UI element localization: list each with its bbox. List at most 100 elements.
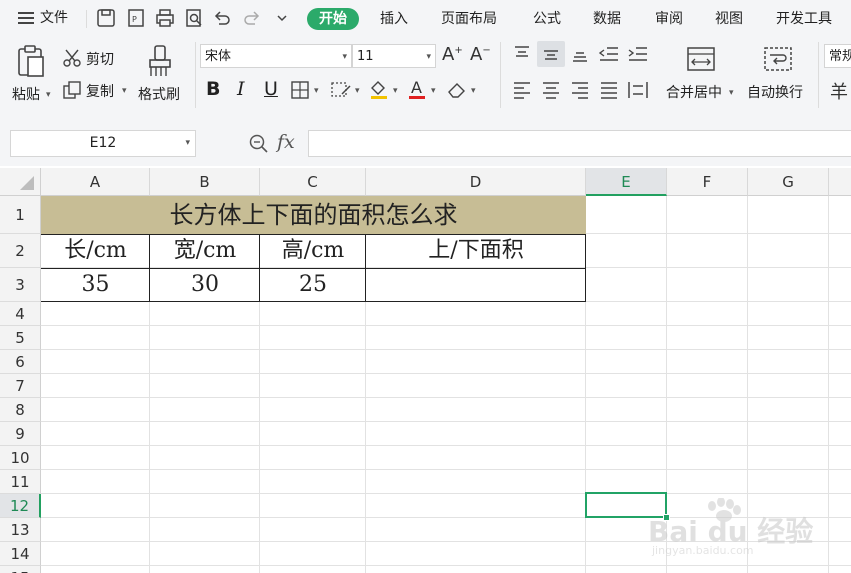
cut-button[interactable]: 剪切	[62, 46, 122, 70]
tab-data[interactable]: 数据	[593, 8, 621, 30]
print-icon[interactable]	[155, 8, 175, 28]
wrap-text-button[interactable]: 自动换行	[745, 42, 811, 108]
align-top-icon[interactable]	[512, 44, 532, 64]
paintbrush-icon	[149, 45, 171, 76]
tab-page-layout[interactable]: 页面布局	[441, 8, 497, 30]
decrease-indent-icon[interactable]	[598, 44, 620, 64]
row-header-9[interactable]: 9	[0, 422, 41, 446]
bold-button[interactable]: B	[206, 78, 220, 100]
undo-icon[interactable]	[212, 8, 232, 28]
paste-button[interactable]: 粘贴 ▾	[8, 40, 52, 110]
column-header-f[interactable]: F	[667, 168, 748, 196]
tab-review[interactable]: 审阅	[655, 8, 683, 30]
row-header-6[interactable]: 6	[0, 350, 41, 374]
header-height[interactable]: 高/cm	[260, 234, 366, 268]
cut-label: 剪切	[86, 52, 114, 68]
insert-function-button[interactable]: fx	[277, 131, 295, 153]
row-header-8[interactable]: 8	[0, 398, 41, 422]
decrease-font-button[interactable]: A−	[470, 44, 491, 65]
increase-font-button[interactable]: A+	[442, 44, 463, 65]
redo-icon[interactable]	[242, 8, 262, 28]
font-name-value: 宋体	[205, 49, 232, 64]
number-format-select[interactable]: 常规	[824, 44, 851, 68]
font-color-icon[interactable]: A	[406, 78, 428, 100]
currency-button[interactable]: 羊	[830, 78, 848, 104]
row-header-2[interactable]: 2	[0, 234, 41, 268]
tab-insert[interactable]: 插入	[380, 8, 408, 30]
tab-home[interactable]: 开始	[307, 8, 359, 30]
svg-text:A: A	[411, 78, 422, 97]
copy-button[interactable]: 复制 ▾	[62, 78, 132, 102]
tab-view[interactable]: 视图	[715, 8, 743, 30]
italic-button[interactable]: I	[237, 78, 245, 100]
tab-developer[interactable]: 开发工具	[776, 8, 832, 30]
header-width[interactable]: 宽/cm	[150, 234, 260, 268]
save-icon[interactable]	[96, 8, 116, 28]
column-header-a[interactable]: A	[41, 168, 150, 196]
row-header-5[interactable]: 5	[0, 326, 41, 350]
worksheet-grid[interactable]: A B C D E F G 1 2 3 4 5 6 7 8 9 10 11 12…	[0, 168, 851, 573]
distributed-align-icon[interactable]	[627, 80, 649, 100]
zoom-search-icon[interactable]	[248, 133, 270, 155]
font-name-select[interactable]: 宋体 ▾	[200, 44, 352, 68]
value-length[interactable]: 35	[41, 268, 150, 302]
borders-icon[interactable]	[290, 80, 310, 100]
menu-label: 文件	[40, 10, 68, 26]
font-size-select[interactable]: 11 ▾	[352, 44, 436, 68]
column-header-h[interactable]	[829, 168, 851, 196]
format-painter-button[interactable]: 格式刷	[136, 40, 188, 110]
value-height[interactable]: 25	[260, 268, 366, 302]
name-box-value: E12	[89, 135, 117, 151]
cell-style-icon[interactable]	[330, 80, 352, 100]
row-header-10[interactable]: 10	[0, 446, 41, 470]
underline-button[interactable]: U	[264, 78, 278, 100]
column-header-d[interactable]: D	[366, 168, 586, 196]
header-length[interactable]: 长/cm	[41, 234, 150, 268]
column-header-g[interactable]: G	[748, 168, 829, 196]
justify-icon[interactable]	[599, 80, 619, 100]
copy-label: 复制	[86, 84, 114, 100]
font-size-value: 11	[357, 49, 374, 64]
column-header-e[interactable]: E	[586, 168, 667, 196]
value-width[interactable]: 30	[150, 268, 260, 302]
fill-color-icon[interactable]	[368, 78, 390, 100]
formula-bar: E12 ▾ fx	[0, 118, 851, 166]
customize-quick-access-icon[interactable]	[272, 8, 292, 28]
name-box[interactable]: E12 ▾	[10, 130, 196, 157]
export-pdf-icon[interactable]: P	[126, 8, 146, 28]
row-header-15[interactable]: 15	[0, 566, 41, 573]
paste-icon	[18, 45, 44, 77]
print-preview-icon[interactable]	[184, 8, 204, 28]
tab-formulas[interactable]: 公式	[533, 8, 561, 30]
row-header-3[interactable]: 3	[0, 268, 41, 302]
row-header-13[interactable]: 13	[0, 518, 41, 542]
value-area[interactable]	[366, 268, 586, 302]
align-center-icon[interactable]	[541, 80, 561, 100]
align-left-icon[interactable]	[512, 80, 532, 100]
watermark-sub: jingyan.baidu.com	[652, 544, 754, 557]
row-header-7[interactable]: 7	[0, 374, 41, 398]
title-cell[interactable]: 长方体上下面的面积怎么求	[41, 196, 586, 234]
wrap-text-label: 自动换行	[747, 85, 803, 101]
eraser-icon[interactable]	[446, 80, 468, 100]
align-bottom-icon[interactable]	[570, 44, 590, 64]
watermark: Bai du 经验 jingyan.baidu.com	[648, 498, 813, 558]
wrap-text-icon	[764, 47, 792, 71]
header-area[interactable]: 上/下面积	[366, 234, 586, 268]
row-header-11[interactable]: 11	[0, 470, 41, 494]
formula-input[interactable]	[308, 130, 851, 157]
increase-indent-icon[interactable]	[627, 44, 649, 64]
row-header-12[interactable]: 12	[0, 494, 41, 518]
spreadsheet-window: 文件 P 开始 插入 页面布局 公式 数据 审阅 视图 开发工具 粘贴 ▾ 剪切…	[0, 0, 851, 573]
column-header-b[interactable]: B	[150, 168, 260, 196]
row-header-1[interactable]: 1	[0, 196, 41, 234]
row-header-4[interactable]: 4	[0, 302, 41, 326]
align-middle-icon[interactable]	[541, 44, 561, 64]
row-header-14[interactable]: 14	[0, 542, 41, 566]
paste-label: 粘贴	[12, 87, 40, 103]
menu-button[interactable]: 文件	[18, 0, 68, 36]
align-right-icon[interactable]	[570, 80, 590, 100]
merge-center-button[interactable]: 合并居中 ▾	[664, 42, 740, 108]
select-all-corner[interactable]	[0, 168, 41, 196]
column-header-c[interactable]: C	[260, 168, 366, 196]
